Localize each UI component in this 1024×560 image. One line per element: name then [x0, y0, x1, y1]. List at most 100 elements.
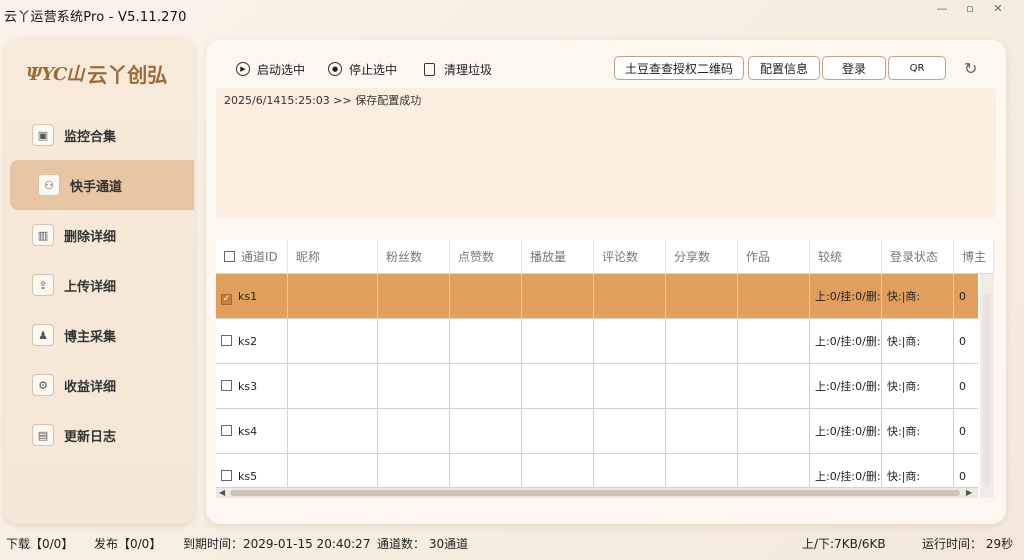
logo-text: 云丫创弘: [87, 62, 168, 87]
cell-shares: [666, 364, 738, 409]
cell-shares: [666, 274, 738, 319]
cell-likes: [450, 409, 522, 454]
table-row[interactable]: ks4 上:0/挂:0/删: 快:|商: 0: [216, 409, 978, 454]
row-checkbox[interactable]: [221, 335, 232, 346]
column-header-stats[interactable]: 较统: [810, 240, 882, 274]
stop-selected-button[interactable]: ● 停止选中: [328, 60, 397, 78]
vertical-scrollbar[interactable]: [980, 274, 994, 498]
cell-comments: [594, 409, 666, 454]
cell-stats: 上:0/挂:0/删:: [810, 319, 882, 364]
sidebar-item-label: 删除详细: [64, 229, 117, 245]
minimize-icon[interactable]: —: [934, 2, 950, 16]
runtime-status: 运行时间： 29秒: [922, 537, 1014, 551]
sidebar-item-kuaishou-channel[interactable]: ⚇ 快手通道: [10, 160, 194, 210]
play-icon: ▶: [236, 62, 250, 76]
channel-id-text: ks3: [238, 380, 258, 393]
cell-channel-id: ✓ ks1: [216, 274, 288, 319]
channel-count: 通道数： 30通道: [377, 537, 469, 551]
qr-auth-button[interactable]: 土豆查查授权二维码: [614, 56, 744, 80]
channel-id-text: ks5: [238, 470, 258, 483]
cell-nickname: [288, 364, 378, 409]
cell-plays: [522, 409, 594, 454]
channel-id-text: ks1: [238, 290, 258, 303]
start-selected-button[interactable]: ▶ 启动选中: [236, 60, 305, 78]
column-header-nickname[interactable]: 昵称: [288, 240, 378, 274]
clean-junk-button[interactable]: 清理垃圾: [424, 60, 492, 78]
cell-comments: [594, 274, 666, 319]
cell-login-status: 快:|商:: [882, 319, 954, 364]
vertical-scroll-thumb[interactable]: [983, 294, 991, 484]
cell-shares: [666, 319, 738, 364]
header-checkbox-channel-id[interactable]: 通道ID: [216, 240, 288, 274]
log-area[interactable]: 2025/6/1415:25:03 >> 保存配置成功: [216, 88, 996, 218]
table-row[interactable]: ✓ ks1 上:0/挂:0/删: 快:|商: 0: [216, 274, 978, 319]
cell-channel-id: ks3: [216, 364, 288, 409]
column-header-shares[interactable]: 分享数: [666, 240, 738, 274]
sidebar-item-update-log[interactable]: ▤ 更新日志: [4, 410, 194, 460]
scroll-right-icon[interactable]: ▶: [966, 488, 972, 498]
cell-works: [738, 319, 810, 364]
row-checkbox[interactable]: [221, 380, 232, 391]
cell-blogger: 0: [959, 335, 966, 348]
config-button[interactable]: 配置信息: [748, 56, 820, 80]
sidebar-item-label: 快手通道: [70, 179, 123, 195]
sidebar-item-upload-details[interactable]: ⇪ 上传详细: [4, 260, 194, 310]
cell-plays: [522, 274, 594, 319]
column-header-blogger[interactable]: 博主: [954, 240, 994, 274]
refresh-icon[interactable]: ↻: [964, 59, 977, 78]
column-header-plays[interactable]: 播放量: [522, 240, 594, 274]
column-header-works[interactable]: 作品: [738, 240, 810, 274]
cell-likes: [450, 319, 522, 364]
row-checkbox[interactable]: [221, 470, 232, 481]
cell-blogger: 0: [959, 425, 966, 438]
cell-comments: [594, 319, 666, 364]
cell-fans: [378, 409, 450, 454]
cell-plays: [522, 364, 594, 409]
stop-selected-label: 停止选中: [349, 62, 398, 77]
cell-channel-id: ks2: [216, 319, 288, 364]
login-button[interactable]: 登录: [822, 56, 886, 80]
logo-mark: ΨYC山: [26, 64, 84, 85]
cell-works: [738, 409, 810, 454]
horizontal-scrollbar[interactable]: ◀ ▶: [216, 488, 978, 498]
column-header-fans[interactable]: 粉丝数: [378, 240, 450, 274]
sidebar-item-blogger-collect[interactable]: ♟ 博主采集: [4, 310, 194, 360]
cell-likes: [450, 364, 522, 409]
column-header-likes[interactable]: 点赞数: [450, 240, 522, 274]
horizontal-scroll-thumb[interactable]: [230, 490, 960, 496]
table-header: 通道ID 昵称 粉丝数 点赞数 播放量 评论数 分享数 作品 较统 登录状态 博…: [216, 240, 994, 274]
sidebar: ΨYC山 云丫创弘 ▣ 监控合集 ⚇ 快手通道 ▥ 删除详细 ⇪ 上传详细 ♟ …: [4, 38, 194, 524]
cell-blogger: 0: [959, 380, 966, 393]
row-checkbox[interactable]: ✓: [221, 294, 232, 305]
stop-icon: ●: [328, 62, 342, 76]
cell-nickname: [288, 409, 378, 454]
trash-icon: ▥: [32, 224, 54, 246]
sidebar-item-revenue-details[interactable]: ⚙ 收益详细: [4, 360, 194, 410]
scroll-left-icon[interactable]: ◀: [219, 488, 225, 498]
logo: ΨYC山 云丫创弘: [26, 58, 167, 88]
log-icon: ▤: [32, 424, 54, 446]
app-title: 云丫运营系统Pro - V5.11.270: [4, 10, 187, 25]
qr-button[interactable]: QR: [888, 56, 946, 80]
column-header-comments[interactable]: 评论数: [594, 240, 666, 274]
channel-table: 通道ID 昵称 粉丝数 点赞数 播放量 评论数 分享数 作品 较统 登录状态 博…: [216, 240, 994, 498]
cell-plays: [522, 319, 594, 364]
row-checkbox[interactable]: [221, 425, 232, 436]
column-header-login-status[interactable]: 登录状态: [882, 240, 954, 274]
sidebar-item-delete-details[interactable]: ▥ 删除详细: [4, 210, 194, 260]
users-icon: ♟: [32, 324, 54, 346]
table-row[interactable]: ks5 上:0/挂:0/删: 快:|商: 0: [216, 454, 978, 498]
close-icon[interactable]: ✕: [990, 2, 1006, 16]
table-row[interactable]: ks2 上:0/挂:0/删: 快:|商: 0: [216, 319, 978, 364]
cell-channel-id: ks4: [216, 409, 288, 454]
cell-stats: 上:0/挂:0/删:: [810, 364, 882, 409]
table-row[interactable]: ks3 上:0/挂:0/删: 快:|商: 0: [216, 364, 978, 409]
sidebar-item-monitor[interactable]: ▣ 监控合集: [4, 110, 194, 160]
restore-icon[interactable]: ▫: [962, 2, 978, 16]
clean-junk-label: 清理垃圾: [444, 62, 493, 77]
cell-login-status: 快:|商:: [882, 274, 954, 319]
sidebar-item-label: 更新日志: [64, 429, 117, 445]
sidebar-item-label: 监控合集: [64, 129, 117, 145]
cell-fans: [378, 319, 450, 364]
select-all-checkbox[interactable]: [224, 251, 235, 262]
